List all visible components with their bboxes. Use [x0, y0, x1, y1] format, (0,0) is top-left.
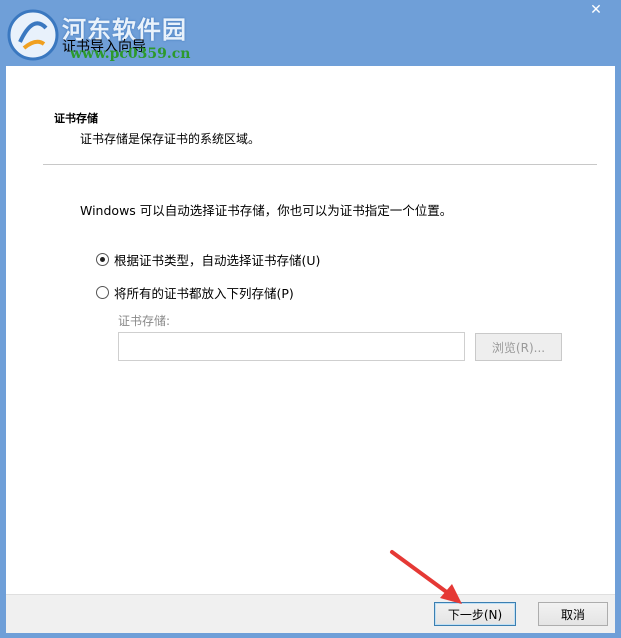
certificate-store-label: 证书存储:: [118, 314, 171, 328]
watermark-site-url: www.pc0359.cn: [70, 46, 191, 62]
cancel-button[interactable]: 取消: [538, 602, 608, 626]
radio-auto-select-label: 根据证书类型，自动选择证书存储(U): [114, 253, 321, 268]
intro-text: Windows 可以自动选择证书存储，你也可以为证书指定一个位置。: [80, 203, 453, 218]
divider: [43, 164, 597, 165]
next-button[interactable]: 下一步(N): [434, 602, 516, 626]
site-logo-icon: [7, 9, 59, 61]
radio-button-checked-icon[interactable]: [96, 253, 109, 266]
wizard-content: 证书存储 证书存储是保存证书的系统区域。 Windows 可以自动选择证书存储，…: [6, 66, 615, 594]
radio-place-in-store[interactable]: 将所有的证书都放入下列存储(P): [96, 283, 294, 302]
radio-button-unchecked-icon[interactable]: [96, 286, 109, 299]
section-title: 证书存储: [54, 112, 98, 125]
radio-auto-select[interactable]: 根据证书类型，自动选择证书存储(U): [96, 250, 320, 269]
title-bar: 河东软件园 证书导入向导 www.pc0359.cn ✕: [0, 0, 621, 66]
section-description: 证书存储是保存证书的系统区域。: [80, 132, 261, 146]
close-icon: ✕: [590, 2, 602, 18]
radio-place-in-store-label: 将所有的证书都放入下列存储(P): [114, 286, 294, 301]
browse-button[interactable]: 浏览(R)...: [475, 333, 562, 361]
certificate-store-field[interactable]: [118, 332, 465, 361]
close-button[interactable]: ✕: [579, 0, 613, 20]
wizard-footer: 下一步(N) 取消: [6, 594, 615, 633]
